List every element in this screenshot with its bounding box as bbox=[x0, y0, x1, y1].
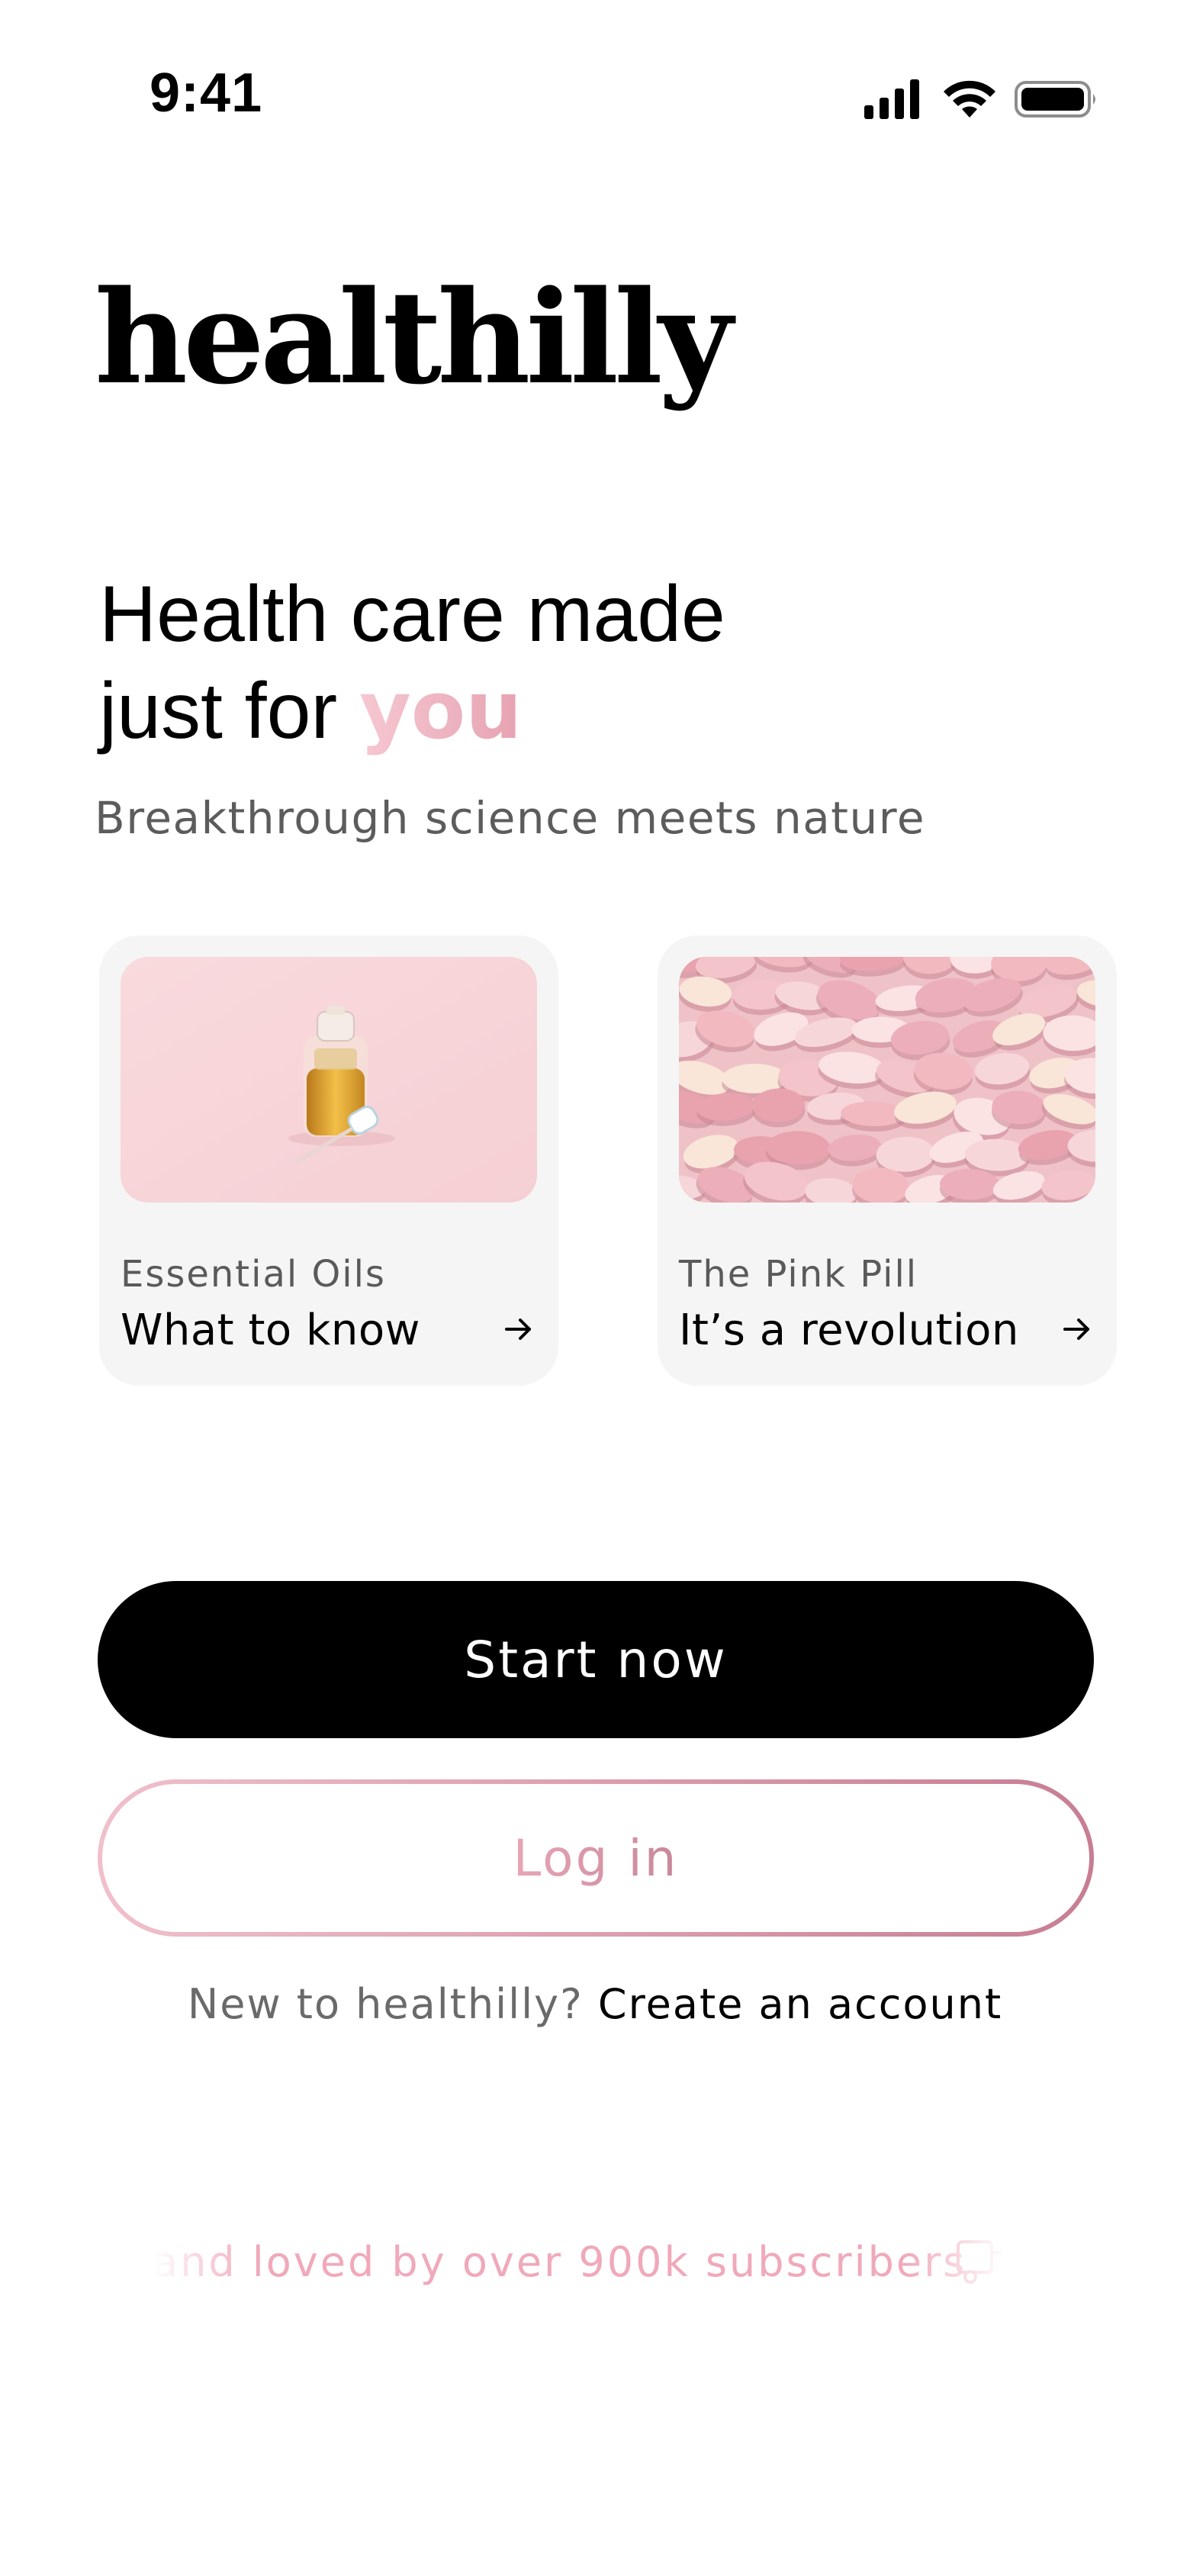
headline-line-1: Health care made bbox=[99, 570, 725, 658]
login-button-label: Log in bbox=[513, 1828, 679, 1888]
start-now-button[interactable]: Start now bbox=[98, 1581, 1094, 1738]
arrow-right-icon[interactable] bbox=[1060, 1312, 1094, 1346]
article-card-pink-pill[interactable]: The Pink Pill It’s a revolution bbox=[658, 935, 1117, 1386]
signup-prompt-text: New to healthilly? bbox=[187, 1980, 598, 2028]
create-account-link[interactable]: Create an account bbox=[598, 1980, 1002, 2028]
login-button[interactable]: Log in bbox=[98, 1779, 1094, 1937]
essential-oil-image bbox=[121, 957, 537, 1203]
headline-line-2-prefix: just for bbox=[99, 667, 359, 755]
battery-icon bbox=[1015, 81, 1095, 118]
card-title: It’s a revolution bbox=[679, 1306, 1019, 1355]
headline-line-2: just for you bbox=[99, 662, 938, 759]
arrow-right-icon[interactable] bbox=[502, 1312, 536, 1346]
status-time: 9:41 bbox=[150, 63, 263, 124]
login-button-inner: Log in bbox=[102, 1784, 1089, 1932]
status-icons bbox=[864, 79, 1095, 119]
brand-logo: healthilly bbox=[95, 262, 733, 413]
card-title: What to know bbox=[121, 1306, 420, 1355]
wifi-icon bbox=[944, 80, 995, 118]
card-eyebrow: The Pink Pill bbox=[679, 1253, 918, 1296]
hero-subheadline: Breakthrough science meets nature bbox=[95, 792, 925, 844]
signal-icon bbox=[864, 79, 919, 119]
article-card-essential-oils[interactable]: Essential Oils What to know bbox=[99, 935, 558, 1386]
hero-headline: Health care made just for you bbox=[99, 566, 938, 759]
delivery-truck-icon bbox=[957, 2240, 1002, 2284]
headline-accent: you bbox=[359, 664, 523, 757]
card-eyebrow: Essential Oils bbox=[121, 1253, 386, 1296]
social-proof-ticker: and loved by over 900k subscribers bbox=[153, 2236, 1007, 2297]
pills-illustration bbox=[679, 957, 1095, 1203]
social-proof-text: and loved by over 900k subscribers bbox=[153, 2238, 967, 2286]
signup-prompt-line: New to healthilly? Create an account bbox=[0, 1984, 1190, 2025]
pink-pills-image bbox=[679, 957, 1095, 1203]
